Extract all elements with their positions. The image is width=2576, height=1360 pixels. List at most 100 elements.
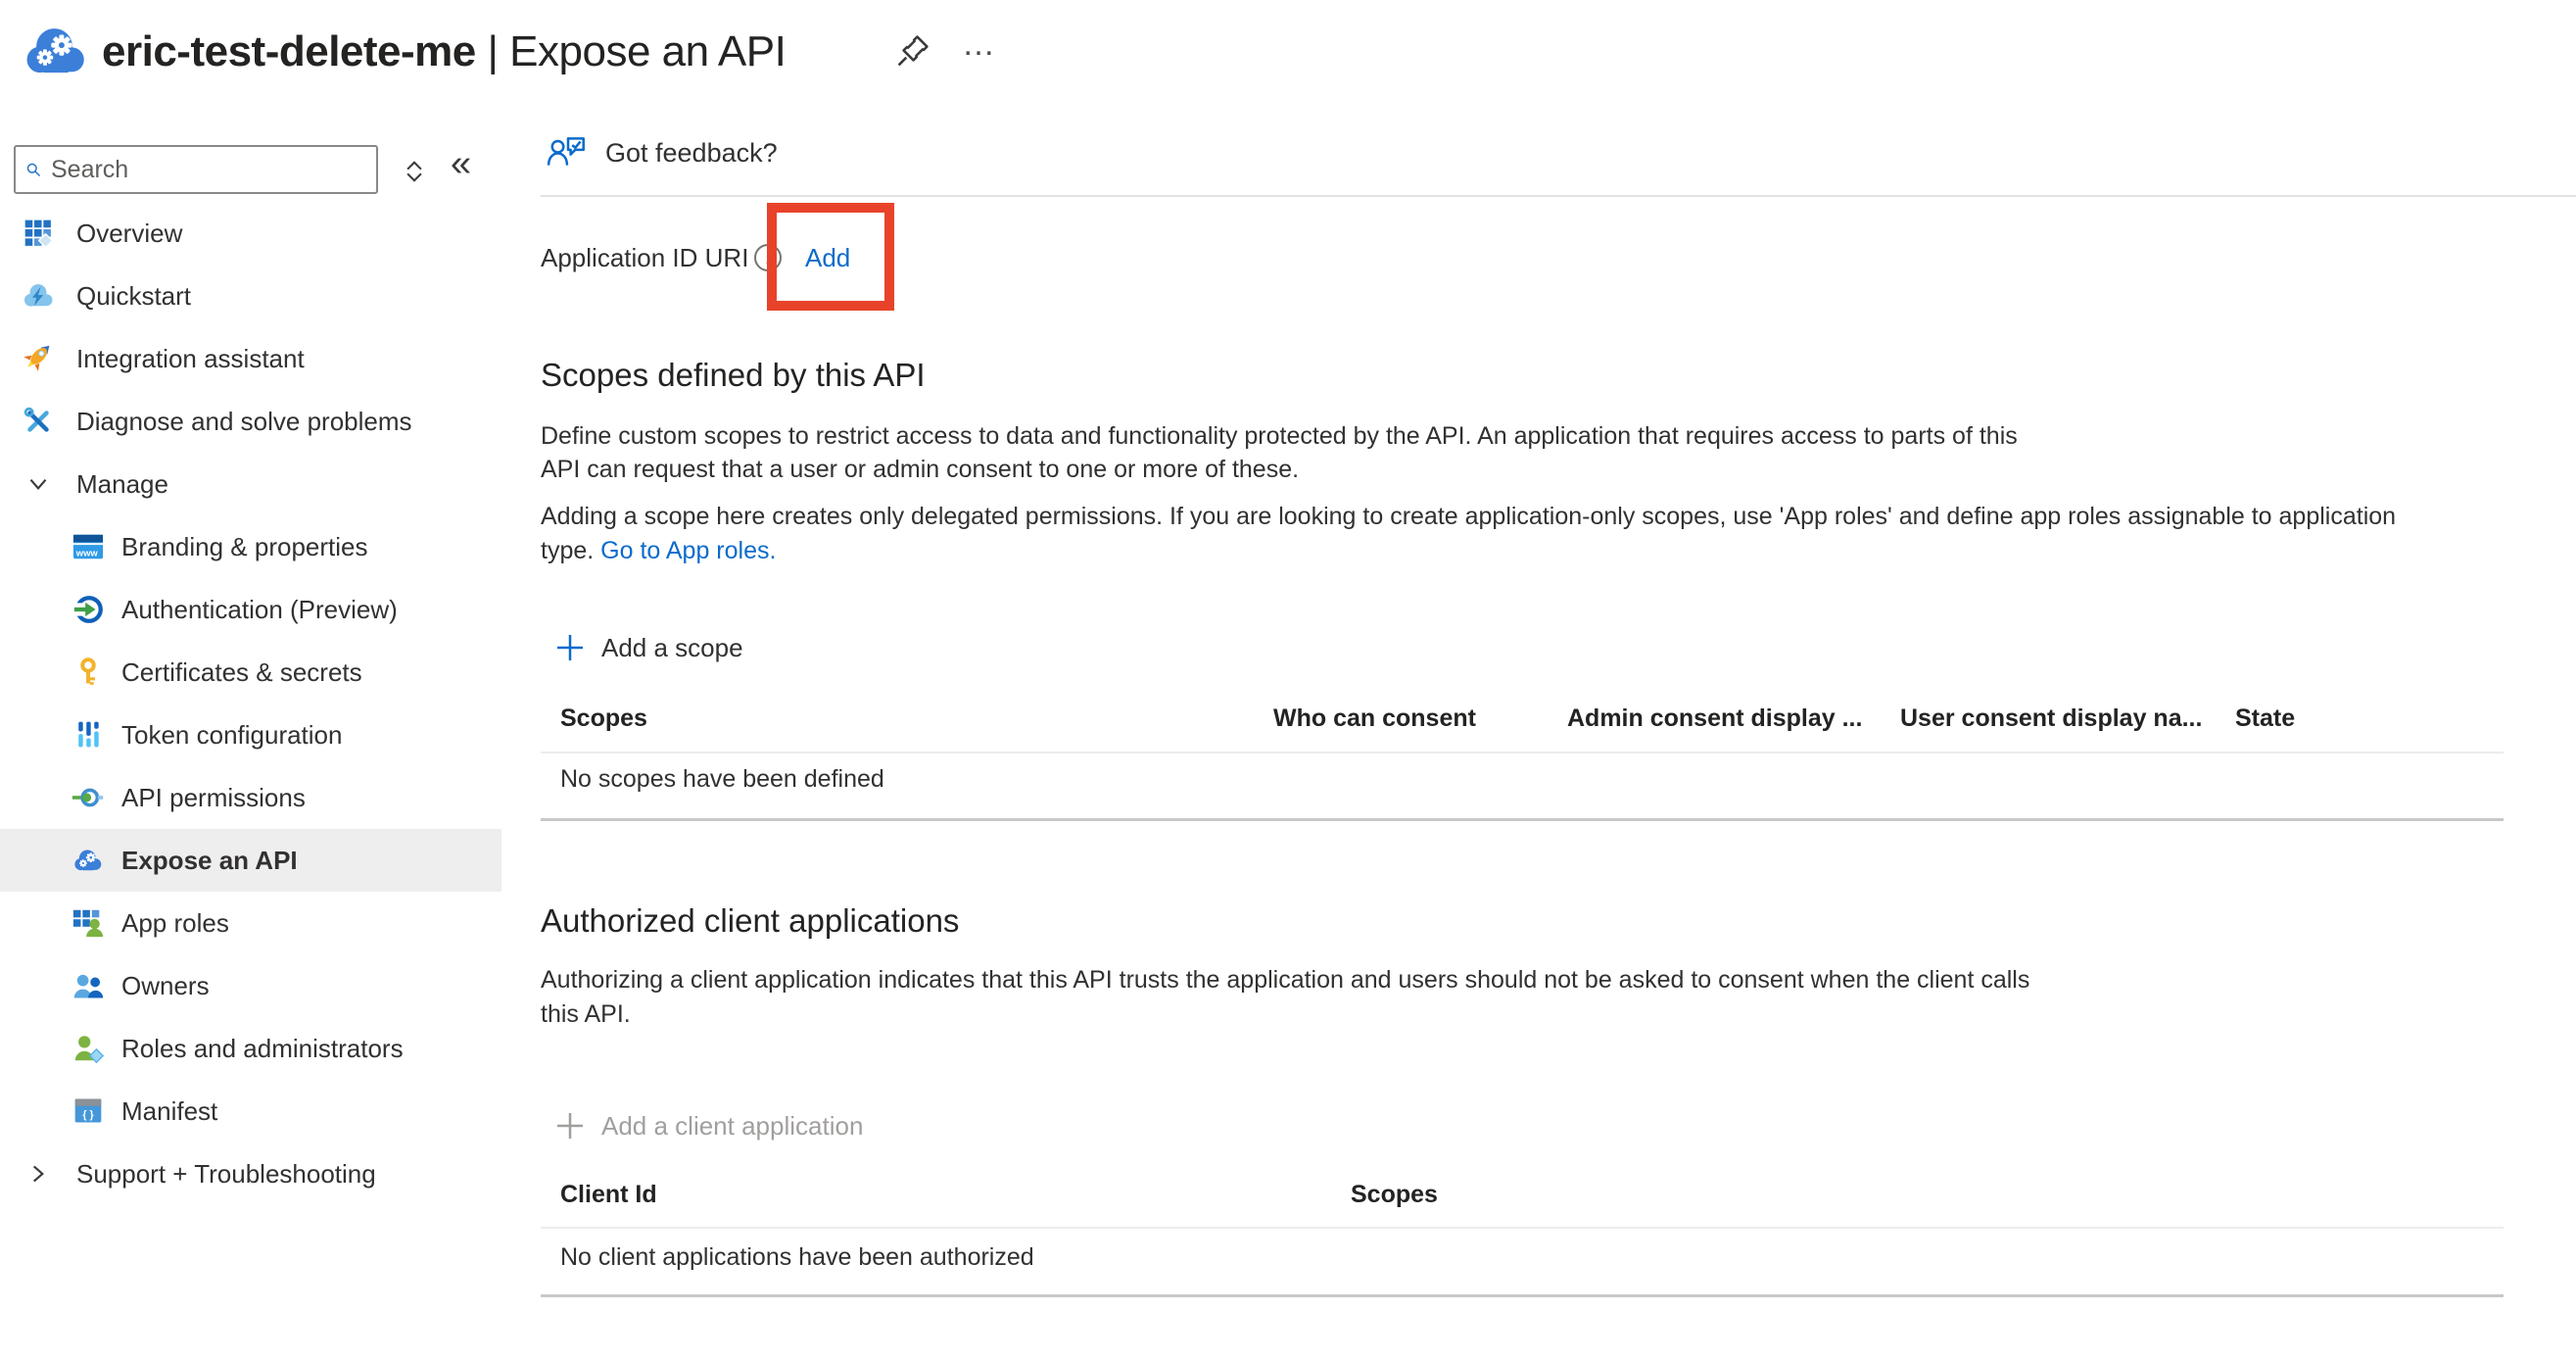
overview-icon — [22, 217, 55, 250]
scopes-table-header: Scopes Who can consent Admin consent dis… — [501, 695, 2504, 742]
sidebar-item-owners[interactable]: Owners — [0, 954, 501, 1017]
authorized-clients-section-title: Authorized client applications — [541, 902, 959, 940]
column-header: State — [2235, 695, 2295, 742]
scopes-description: Define custom scopes to restrict access … — [541, 419, 2018, 486]
add-a-client-application-button[interactable]: Add a client application — [553, 1102, 863, 1149]
sidebar-nav: Overview Quickstart — [0, 202, 501, 1205]
go-to-app-roles-link[interactable]: Go to App roles. — [600, 537, 776, 564]
plus-icon — [553, 1109, 587, 1142]
toolbar-divider — [541, 195, 2576, 197]
sidebar-search — [14, 145, 378, 194]
content-pane: Got feedback? Application ID URI i Add S… — [501, 116, 2576, 1360]
column-header: Admin consent display ... — [1567, 695, 1862, 742]
add-a-scope-label: Add a scope — [601, 633, 743, 663]
sidebar-item-roles-administrators[interactable]: Roles and administrators — [0, 1017, 501, 1080]
quickstart-icon — [22, 279, 55, 313]
page-title: eric-test-delete-me | Expose an API — [102, 27, 786, 76]
rocket-icon — [22, 342, 55, 375]
sidebar-group-label: Manage — [76, 469, 168, 500]
column-header: Scopes — [1351, 1171, 1438, 1218]
sidebar-item-label: Token configuration — [121, 720, 342, 751]
application-id-uri-label: Application ID URI — [541, 233, 748, 282]
key-icon — [72, 656, 105, 689]
manifest-icon: { } — [72, 1094, 105, 1128]
application-id-uri-row: Application ID URI i Add — [501, 233, 2576, 282]
sidebar-item-label: API permissions — [121, 783, 306, 813]
owners-icon — [72, 969, 105, 1002]
sidebar-item-label: App roles — [121, 908, 229, 939]
clients-table-header: Client Id Scopes — [501, 1171, 2504, 1218]
sidebar-group-support-troubleshooting[interactable]: Support + Troubleshooting — [0, 1142, 501, 1205]
add-a-client-application-label: Add a client application — [601, 1111, 863, 1141]
sidebar-item-quickstart[interactable]: Quickstart — [0, 265, 501, 327]
add-application-id-uri-link[interactable]: Add — [805, 233, 850, 282]
roles-administrators-icon — [72, 1032, 105, 1065]
table-divider — [541, 1227, 2504, 1229]
sidebar-item-label: Manifest — [121, 1096, 217, 1127]
sidebar-item-expose-an-api[interactable]: Expose an API — [0, 829, 501, 892]
expose-api-app-icon — [20, 24, 92, 78]
sidebar-item-label: Branding & properties — [121, 532, 367, 562]
sidebar-item-diagnose[interactable]: Diagnose and solve problems — [0, 390, 501, 453]
feedback-icon — [547, 132, 590, 173]
tools-icon — [22, 405, 55, 438]
page-title-suffix: | Expose an API — [488, 27, 787, 75]
sidebar-item-label: Expose an API — [121, 846, 298, 876]
sidebar-item-token-configuration[interactable]: Token configuration — [0, 704, 501, 766]
info-icon[interactable]: i — [753, 243, 783, 272]
expose-an-api-page: eric-test-delete-me | Expose an API … « — [0, 0, 2576, 1360]
sidebar: « Overview — [0, 116, 501, 1360]
sidebar-item-label: Owners — [121, 971, 210, 1001]
app-name: eric-test-delete-me — [102, 27, 476, 75]
sidebar-item-label: Authentication (Preview) — [121, 595, 398, 625]
sidebar-item-label: Roles and administrators — [121, 1034, 404, 1064]
collapse-sidebar-icon[interactable]: « — [451, 139, 471, 188]
authorized-clients-description: Authorizing a client application indicat… — [541, 963, 2029, 1032]
sidebar-item-authentication[interactable]: Authentication (Preview) — [0, 578, 501, 641]
got-feedback-label: Got feedback? — [605, 138, 778, 169]
scopes-note: Adding a scope here creates only delegat… — [541, 500, 2396, 568]
sidebar-item-manifest[interactable]: { } Manifest — [0, 1080, 501, 1142]
sliders-icon — [72, 718, 105, 752]
sidebar-item-app-roles[interactable]: App roles — [0, 892, 501, 954]
svg-text:www: www — [75, 547, 99, 558]
more-actions-button[interactable]: … — [962, 25, 997, 64]
sidebar-item-overview[interactable]: Overview — [0, 202, 501, 265]
column-header: Client Id — [560, 1171, 657, 1218]
api-permissions-icon — [72, 781, 105, 814]
sidebar-item-label: Overview — [76, 219, 182, 249]
add-a-scope-button[interactable]: Add a scope — [553, 624, 743, 671]
chevron-down-icon — [22, 467, 55, 501]
column-header: Who can consent — [1273, 695, 1476, 742]
sidebar-item-label: Integration assistant — [76, 344, 305, 374]
search-input[interactable] — [51, 156, 366, 184]
sidebar-item-integration-assistant[interactable]: Integration assistant — [0, 327, 501, 390]
scopes-empty-message: No scopes have been defined — [560, 755, 884, 802]
pin-icon[interactable] — [893, 31, 932, 71]
table-divider — [541, 818, 2504, 821]
sidebar-item-label: Certificates & secrets — [121, 657, 362, 688]
sign-in-icon — [72, 593, 105, 626]
browser-window-icon: www — [72, 530, 105, 563]
expose-api-icon — [72, 844, 105, 877]
clients-empty-message: No client applications have been authori… — [560, 1234, 1034, 1281]
table-divider — [541, 752, 2504, 753]
sidebar-group-manage[interactable]: Manage — [0, 453, 501, 515]
blade-header: eric-test-delete-me | Expose an API … — [0, 0, 2576, 116]
sidebar-item-certificates[interactable]: Certificates & secrets — [0, 641, 501, 704]
plus-icon — [553, 631, 587, 664]
sidebar-item-api-permissions[interactable]: API permissions — [0, 766, 501, 829]
app-roles-icon — [72, 906, 105, 940]
search-icon — [25, 156, 41, 183]
sidebar-item-label: Quickstart — [76, 281, 191, 312]
got-feedback-button[interactable]: Got feedback? — [547, 125, 778, 180]
column-header: User consent display na... — [1900, 695, 2202, 742]
sidebar-group-label: Support + Troubleshooting — [76, 1159, 376, 1190]
sidebar-item-label: Diagnose and solve problems — [76, 407, 412, 437]
sidebar-item-branding[interactable]: www Branding & properties — [0, 515, 501, 578]
chevron-right-icon — [22, 1157, 55, 1190]
svg-text:{ }: { } — [82, 1109, 93, 1121]
column-header: Scopes — [560, 695, 647, 742]
scopes-section-title: Scopes defined by this API — [541, 357, 926, 394]
expand-collapse-all-icon[interactable] — [400, 157, 429, 186]
